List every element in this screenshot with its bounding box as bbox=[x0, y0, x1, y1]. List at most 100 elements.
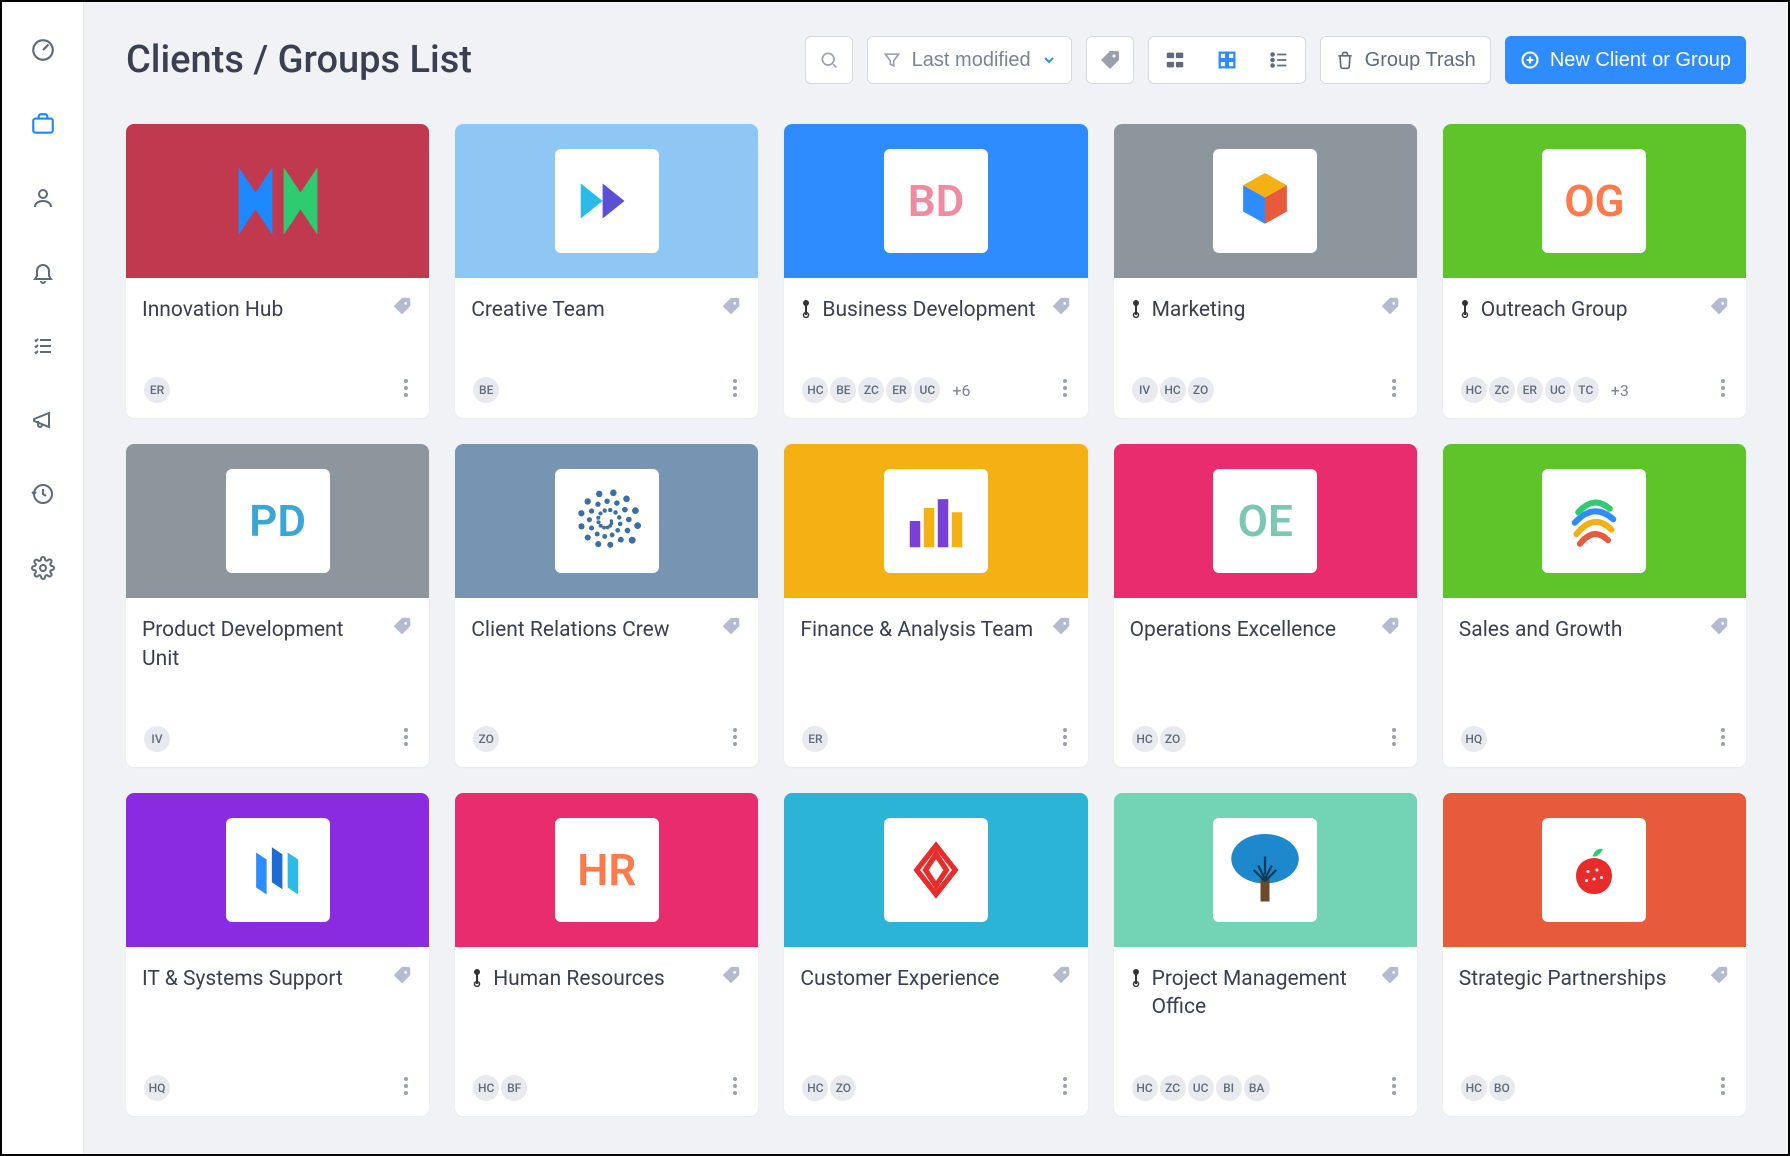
tag-icon[interactable] bbox=[1050, 296, 1072, 322]
avatar[interactable]: UC bbox=[912, 375, 942, 405]
client-card[interactable]: Innovation HubER bbox=[126, 124, 429, 418]
avatar[interactable]: ZC bbox=[1487, 375, 1517, 405]
nav-clients[interactable] bbox=[23, 104, 63, 144]
avatar[interactable]: HC bbox=[1158, 375, 1188, 405]
tag-icon[interactable] bbox=[1708, 616, 1730, 642]
avatar[interactable]: UC bbox=[1543, 375, 1573, 405]
client-card[interactable]: HRHuman ResourcesHCBF bbox=[455, 793, 758, 1116]
nav-dashboard[interactable] bbox=[23, 30, 63, 70]
client-card[interactable]: MarketingIVHCZO bbox=[1114, 124, 1417, 418]
client-card[interactable]: PDProduct Development UnitIV bbox=[126, 444, 429, 767]
tag-icon[interactable] bbox=[391, 965, 413, 991]
avatar[interactable]: ER bbox=[884, 375, 914, 405]
avatar[interactable]: ER bbox=[800, 724, 830, 754]
tag-icon[interactable] bbox=[1050, 616, 1072, 642]
avatar[interactable]: BA bbox=[1242, 1073, 1272, 1103]
card-body: Client Relations CrewZO bbox=[455, 598, 758, 767]
nav-announce[interactable] bbox=[23, 400, 63, 440]
new-client-button[interactable]: New Client or Group bbox=[1505, 36, 1746, 84]
avatar[interactable]: HC bbox=[800, 1073, 830, 1103]
tag-icon[interactable] bbox=[1708, 965, 1730, 991]
nav-notifications[interactable] bbox=[23, 252, 63, 292]
card-menu-button[interactable] bbox=[399, 723, 413, 755]
avatar[interactable]: UC bbox=[1186, 1073, 1216, 1103]
view-grid[interactable] bbox=[1201, 37, 1253, 83]
avatar[interactable]: BO bbox=[1487, 1073, 1517, 1103]
card-menu-button[interactable] bbox=[1058, 723, 1072, 755]
client-card[interactable]: Creative TeamBE bbox=[455, 124, 758, 418]
tag-icon[interactable] bbox=[720, 965, 742, 991]
card-menu-button[interactable] bbox=[1058, 374, 1072, 406]
avatar[interactable]: ER bbox=[1515, 375, 1545, 405]
nav-settings[interactable] bbox=[23, 548, 63, 588]
group-trash-button[interactable]: Group Trash bbox=[1320, 36, 1491, 84]
avatar[interactable]: TC bbox=[1571, 375, 1601, 405]
avatar[interactable]: HQ bbox=[1459, 724, 1489, 754]
tag-icon[interactable] bbox=[1379, 616, 1401, 642]
view-cards[interactable] bbox=[1149, 37, 1201, 83]
client-card[interactable]: Project Management OfficeHCZCUCBIBA bbox=[1114, 793, 1417, 1116]
client-card[interactable]: IT & Systems SupportHQ bbox=[126, 793, 429, 1116]
avatar[interactable]: ER bbox=[142, 375, 172, 405]
nav-tasks[interactable] bbox=[23, 326, 63, 366]
nav-people[interactable] bbox=[23, 178, 63, 218]
avatar[interactable]: ZO bbox=[1186, 375, 1216, 405]
card-body: Sales and GrowthHQ bbox=[1443, 598, 1746, 767]
tag-icon[interactable] bbox=[391, 616, 413, 642]
avatar[interactable]: HC bbox=[1459, 1073, 1489, 1103]
client-card[interactable]: Client Relations CrewZO bbox=[455, 444, 758, 767]
card-menu-button[interactable] bbox=[1058, 1072, 1072, 1104]
avatar[interactable]: HC bbox=[1130, 1073, 1160, 1103]
client-card[interactable]: Strategic PartnershipsHCBO bbox=[1443, 793, 1746, 1116]
card-menu-button[interactable] bbox=[399, 374, 413, 406]
search-icon bbox=[819, 50, 839, 70]
tag-icon[interactable] bbox=[1050, 965, 1072, 991]
client-card[interactable]: BDBusiness DevelopmentHCBEZCERUC+6 bbox=[784, 124, 1087, 418]
card-menu-button[interactable] bbox=[728, 1072, 742, 1104]
card-menu-button[interactable] bbox=[728, 723, 742, 755]
card-logo-icon bbox=[555, 469, 659, 573]
avatar[interactable]: ZO bbox=[471, 724, 501, 754]
tag-icon[interactable] bbox=[1708, 296, 1730, 322]
avatar[interactable]: HQ bbox=[142, 1073, 172, 1103]
avatar[interactable]: BE bbox=[828, 375, 858, 405]
nav-history[interactable] bbox=[23, 474, 63, 514]
avatar[interactable]: HC bbox=[800, 375, 830, 405]
avatar[interactable]: HC bbox=[1459, 375, 1489, 405]
avatar[interactable]: HC bbox=[471, 1073, 501, 1103]
card-menu-button[interactable] bbox=[728, 374, 742, 406]
avatar-overflow[interactable]: +3 bbox=[1611, 381, 1629, 400]
card-menu-button[interactable] bbox=[1387, 374, 1401, 406]
search-button[interactable] bbox=[805, 36, 853, 84]
tag-icon[interactable] bbox=[720, 616, 742, 642]
card-menu-button[interactable] bbox=[1716, 723, 1730, 755]
tag-icon[interactable] bbox=[1379, 965, 1401, 991]
filter-dropdown[interactable]: Last modified bbox=[867, 36, 1072, 84]
client-card[interactable]: Sales and GrowthHQ bbox=[1443, 444, 1746, 767]
avatar[interactable]: HC bbox=[1130, 724, 1160, 754]
avatar[interactable]: ZC bbox=[856, 375, 886, 405]
avatar[interactable]: ZC bbox=[1158, 1073, 1188, 1103]
avatar[interactable]: BF bbox=[499, 1073, 529, 1103]
tag-icon[interactable] bbox=[720, 296, 742, 322]
client-card[interactable]: OEOperations ExcellenceHCZO bbox=[1114, 444, 1417, 767]
card-menu-button[interactable] bbox=[1716, 1072, 1730, 1104]
tag-icon[interactable] bbox=[1379, 296, 1401, 322]
avatar[interactable]: BI bbox=[1214, 1073, 1244, 1103]
card-menu-button[interactable] bbox=[1387, 1072, 1401, 1104]
client-card[interactable]: Finance & Analysis TeamER bbox=[784, 444, 1087, 767]
card-menu-button[interactable] bbox=[399, 1072, 413, 1104]
avatar[interactable]: IV bbox=[142, 724, 172, 754]
avatar[interactable]: BE bbox=[471, 375, 501, 405]
avatar[interactable]: ZO bbox=[828, 1073, 858, 1103]
avatar[interactable]: IV bbox=[1130, 375, 1160, 405]
card-menu-button[interactable] bbox=[1716, 374, 1730, 406]
avatar-overflow[interactable]: +6 bbox=[952, 381, 970, 400]
tag-icon[interactable] bbox=[391, 296, 413, 322]
view-list[interactable] bbox=[1253, 37, 1305, 83]
tags-button[interactable] bbox=[1086, 36, 1134, 84]
card-menu-button[interactable] bbox=[1387, 723, 1401, 755]
avatar[interactable]: ZO bbox=[1158, 724, 1188, 754]
client-card[interactable]: OGOutreach GroupHCZCERUCTC+3 bbox=[1443, 124, 1746, 418]
client-card[interactable]: Customer ExperienceHCZO bbox=[784, 793, 1087, 1116]
